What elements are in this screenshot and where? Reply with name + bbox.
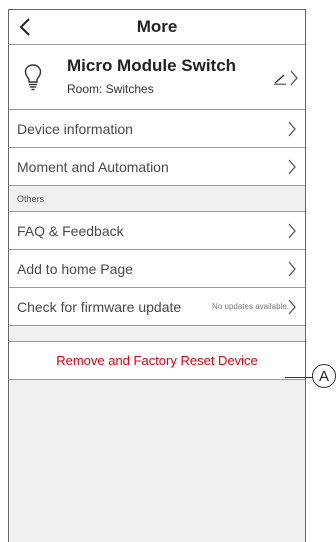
device-name: Micro Module Switch — [67, 56, 237, 75]
chevron-right-icon — [288, 261, 296, 277]
device-summary-row[interactable]: Micro Module Switch Room: Switches — [9, 45, 305, 110]
menu-item-label: Moment and Automation — [17, 158, 169, 175]
remove-factory-reset-button[interactable]: Remove and Factory Reset Device — [9, 342, 305, 380]
menu-item-label: Add to home Page — [17, 260, 133, 277]
firmware-status: No updates available. — [212, 302, 289, 311]
chevron-right-icon — [290, 70, 298, 86]
device-information-item[interactable]: Device information — [9, 110, 305, 148]
menu-item-label: FAQ & Feedback — [17, 222, 124, 239]
section-label: Others — [17, 193, 45, 204]
chevron-right-icon — [288, 159, 296, 175]
menu-item-label: Device information — [17, 120, 133, 137]
page-title: More — [136, 17, 178, 36]
chevron-right-icon — [288, 121, 296, 137]
faq-feedback-item[interactable]: FAQ & Feedback — [9, 212, 305, 250]
chevron-right-icon — [288, 223, 296, 239]
top-bar: More — [9, 10, 305, 45]
firmware-update-item[interactable]: Check for firmware update No updates ava… — [9, 288, 305, 326]
remove-label: Remove and Factory Reset Device — [56, 353, 258, 368]
section-header-others: Others — [9, 186, 305, 212]
chevron-right-icon — [288, 299, 296, 315]
add-to-home-page-item[interactable]: Add to home Page — [9, 250, 305, 288]
menu-item-label: Check for firmware update — [17, 298, 182, 315]
callout-marker: A — [312, 364, 336, 388]
pencil-icon[interactable] — [273, 73, 287, 85]
phone-screen: More Micro Module Switch Room: Switches … — [8, 9, 306, 542]
moment-automation-item[interactable]: Moment and Automation — [9, 148, 305, 186]
device-room: Room: Switches — [67, 82, 154, 96]
callout-label: A — [318, 367, 329, 385]
callout-leader-line — [285, 377, 313, 378]
section-spacer — [9, 326, 305, 342]
back-arrow-icon[interactable] — [15, 15, 35, 39]
lightbulb-icon — [24, 64, 42, 91]
